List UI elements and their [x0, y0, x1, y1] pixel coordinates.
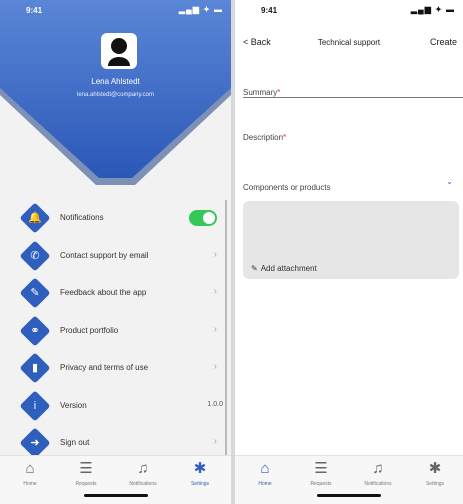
tab-label: Settings — [190, 481, 210, 487]
bell-icon: 🔔 — [19, 202, 51, 234]
status-icons: ▂▄▆ ✦ ▬ — [178, 5, 223, 14]
settings-icon: ✱ — [428, 460, 442, 477]
description-label: Description* — [243, 133, 287, 142]
profile-name: Lena Ahlstedt — [91, 77, 140, 86]
link-icon: ⚭ — [19, 314, 51, 347]
tab-requests[interactable]: ☰ Requests — [58, 460, 114, 487]
chevron-right-icon: › — [213, 361, 217, 372]
chevron-right-icon: › — [213, 323, 217, 335]
menu-item-trash[interactable]: ▮ Privacy and terms of use › — [0, 350, 225, 386]
profile-avatar[interactable] — [101, 33, 137, 69]
description-field[interactable]: Description* — [243, 127, 463, 145]
tab-home[interactable]: ⌂ Home — [237, 460, 293, 487]
tab-settings[interactable]: ✱ Settings — [407, 460, 463, 487]
settings-screen: 9:41 ▂▄▆ ✦ ▬ Lena Ahlstedt lena.ahlstedt… — [0, 0, 231, 504]
tab-label: Requests — [75, 481, 97, 487]
menu-item-bell[interactable]: 🔔 Notifications — [0, 200, 225, 236]
menu-item-label: Contact support by email — [60, 250, 149, 260]
tab-bell[interactable]: ♫ Notifications — [115, 460, 171, 487]
menu-item-phone[interactable]: ✆ Contact support by email › — [0, 238, 225, 274]
add-attachment-button[interactable]: ✎ Add attachment — [251, 264, 317, 273]
home-indicator — [84, 494, 148, 497]
status-bar: 9:41 ▂▄▆ ✦ ▬ — [0, 0, 231, 20]
tab-label: Home — [258, 481, 272, 487]
profile-email: lena.ahlstedt@company.com — [76, 92, 155, 98]
page-title: Technical support — [317, 38, 381, 47]
paperclip-icon: ✎ — [251, 264, 258, 273]
tab-bell[interactable]: ♫ Notifications — [350, 460, 406, 487]
menu-item-label: Sign out — [60, 438, 90, 447]
info-icon: i — [19, 389, 51, 422]
components-label: Components or products — [243, 183, 331, 192]
menu-item-edit[interactable]: ✎ Feedback about the app › — [0, 275, 225, 311]
menu-item-label: Notifications — [60, 213, 104, 222]
navigation-bar: < Back Technical support Create — [235, 32, 463, 52]
chevron-right-icon: › — [213, 286, 217, 297]
requests-icon: ☰ — [314, 460, 328, 477]
status-icons: ▂▄▆ ✦ ▬ — [410, 5, 455, 14]
version-value: 1.0.0 — [207, 400, 223, 408]
menu-item-label: Version — [60, 400, 87, 410]
summary-label: Summary* — [243, 88, 281, 97]
phone-icon: ✆ — [19, 239, 51, 272]
status-time: 9:41 — [261, 6, 278, 15]
tab-requests[interactable]: ☰ Requests — [293, 460, 349, 487]
status-bar: 9:41 ▂▄▆ ✦ ▬ — [235, 0, 463, 20]
tab-label: Notifications — [129, 481, 157, 487]
components-select[interactable]: Components or products ⌄ — [243, 177, 463, 193]
tab-home[interactable]: ⌂ Home — [2, 460, 58, 487]
menu-item-info[interactable]: i Version 1.0.0 — [0, 388, 225, 424]
tab-label: Home — [23, 481, 37, 487]
tab-settings[interactable]: ✱ Settings — [172, 460, 228, 487]
edit-icon: ✎ — [19, 277, 51, 309]
sign-out-icon: ➜ — [19, 427, 51, 459]
chevron-down-icon: ⌄ — [446, 177, 453, 186]
summary-underline — [243, 97, 463, 98]
trash-icon: ▮ — [19, 352, 51, 384]
status-time: 9:41 — [26, 6, 43, 15]
notifications-toggle[interactable] — [189, 210, 217, 226]
person-silhouette-icon — [108, 38, 130, 66]
tab-label: Requests — [310, 481, 332, 487]
home-indicator — [317, 494, 381, 497]
scrollbar[interactable] — [225, 200, 227, 455]
create-request-screen: 9:41 ▂▄▆ ✦ ▬ < Back Technical support Cr… — [235, 0, 463, 504]
home-icon: ⌂ — [25, 460, 35, 477]
menu-item-label: Privacy and terms of use — [60, 363, 149, 372]
menu-item-label: Feedback about the app — [60, 288, 147, 297]
summary-field[interactable]: Summary* — [243, 82, 463, 100]
attachment-area[interactable]: ✎ Add attachment — [243, 201, 459, 279]
settings-icon: ✱ — [193, 460, 207, 477]
chevron-right-icon: › — [213, 248, 217, 260]
chevron-right-icon: › — [213, 436, 217, 447]
bell-outline-icon: ♫ — [137, 460, 149, 477]
tab-label: Settings — [425, 481, 445, 487]
bell-outline-icon: ♫ — [372, 460, 384, 477]
requests-icon: ☰ — [79, 460, 93, 477]
menu-item-label: Product portfolio — [60, 325, 119, 335]
tab-label: Notifications — [364, 481, 392, 487]
home-icon: ⌂ — [260, 460, 270, 477]
create-button[interactable]: Create — [430, 37, 457, 47]
menu-item-link[interactable]: ⚭ Product portfolio › — [0, 313, 225, 349]
